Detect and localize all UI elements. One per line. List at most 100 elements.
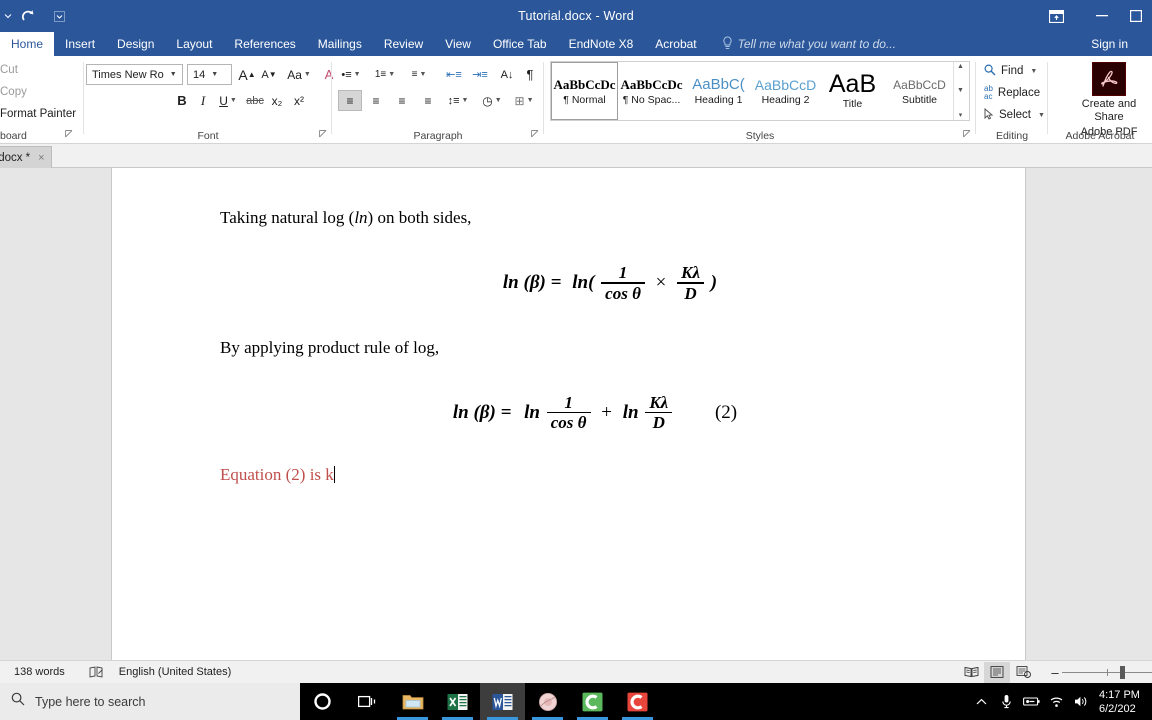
- document-page[interactable]: Taking natural log (ln) on both sides, l…: [111, 168, 1026, 660]
- tab-review[interactable]: Review: [373, 32, 434, 56]
- status-bar: 138 words English (United States) –: [0, 660, 1152, 683]
- align-center-button[interactable]: ≡: [364, 90, 388, 111]
- font-size-caret-icon[interactable]: ▼: [208, 71, 221, 78]
- shading-button[interactable]: ◷ ▼: [478, 90, 506, 111]
- borders-button[interactable]: ⊞ ▼: [510, 90, 538, 111]
- cortana-circle-icon[interactable]: [300, 683, 345, 720]
- tab-endnote-x8[interactable]: EndNote X8: [558, 32, 645, 56]
- style-subtitle[interactable]: AaBbCcD Subtitle: [886, 62, 953, 120]
- taskbar-app-word[interactable]: [480, 683, 525, 720]
- task-view-icon[interactable]: [345, 683, 390, 720]
- taskbar-app-file-explorer[interactable]: [390, 683, 435, 720]
- zoom-out-button[interactable]: –: [1048, 665, 1062, 680]
- increase-indent-button[interactable]: ⇥≡: [468, 64, 492, 85]
- grow-font-button[interactable]: A ▲: [236, 64, 258, 85]
- style-title[interactable]: AaB Title: [819, 62, 886, 120]
- line-spacing-button[interactable]: ↕≡ ▼: [444, 90, 472, 111]
- subscript-button[interactable]: x₂: [266, 90, 288, 111]
- styles-gallery[interactable]: AaBbCcDc ¶ Normal AaBbCcDc ¶ No Spac... …: [550, 61, 970, 121]
- show-hidden-icons[interactable]: [969, 683, 994, 720]
- word-count[interactable]: 138 words: [14, 666, 65, 678]
- style-no-spacing[interactable]: AaBbCcDc ¶ No Spac...: [618, 62, 685, 120]
- find-caret-icon[interactable]: ▼: [1030, 68, 1037, 75]
- sign-in-button[interactable]: Sign in: [1091, 32, 1128, 56]
- tab-office-tab[interactable]: Office Tab: [482, 32, 558, 56]
- sort-button[interactable]: A↓: [496, 64, 518, 85]
- close-icon[interactable]: ×: [38, 152, 44, 164]
- tab-insert[interactable]: Insert: [54, 32, 106, 56]
- ribbon-display-options-icon[interactable]: [1034, 0, 1079, 32]
- minimize-icon[interactable]: [1079, 0, 1124, 32]
- ribbon-group-paragraph: •≡ ▼ 1≡ ▼ ≡ ▼ ⇤≡ ⇥≡ A↓ ¶ ≡ ≡ ≡ ≡ ↕≡ ▼ ◷ …: [332, 56, 544, 144]
- zoom-slider[interactable]: [1062, 662, 1152, 683]
- font-name-caret-icon[interactable]: ▼: [167, 71, 180, 78]
- gallery-scroll-down-icon[interactable]: ▼: [957, 87, 964, 94]
- shrink-font-button[interactable]: A ▼: [258, 64, 280, 85]
- select-caret-icon[interactable]: ▼: [1038, 112, 1045, 119]
- document-content[interactable]: Taking natural log (ln) on both sides, l…: [220, 208, 940, 485]
- align-right-button[interactable]: ≡: [390, 90, 414, 111]
- bold-button[interactable]: B: [172, 90, 192, 111]
- paragraph-dialog-launcher[interactable]: [531, 130, 540, 141]
- share-button[interactable]: [1138, 32, 1152, 56]
- create-and-share-adobe-pdf-button[interactable]: Create and Share Adobe PDF: [1066, 62, 1152, 139]
- font-name-input[interactable]: Times New Ro ▼: [86, 64, 183, 85]
- gallery-more-icon[interactable]: ▾: [959, 111, 963, 119]
- justify-button[interactable]: ≡: [416, 90, 440, 111]
- tab-layout[interactable]: Layout: [165, 32, 223, 56]
- clipboard-dialog-launcher[interactable]: [65, 130, 74, 141]
- tab-design-label: Design: [117, 37, 155, 51]
- gallery-scroll-up-icon[interactable]: ▲: [957, 63, 964, 70]
- decrease-indent-button[interactable]: ⇤≡: [442, 64, 466, 85]
- tab-design[interactable]: Design: [106, 32, 165, 56]
- search-input[interactable]: Type here to search: [0, 683, 300, 720]
- strikethrough-button[interactable]: abc: [244, 90, 266, 111]
- underline-button[interactable]: U ▼: [214, 90, 242, 111]
- document-tab-tutorial-docx[interactable]: .docx * ×: [0, 146, 52, 168]
- tab-home[interactable]: Home: [0, 32, 55, 56]
- style-heading-2[interactable]: AaBbCcD Heading 2: [752, 62, 819, 120]
- multilevel-list-button[interactable]: ≡ ▼: [406, 64, 432, 85]
- superscript-button[interactable]: x²: [288, 90, 310, 111]
- language-indicator[interactable]: English (United States): [119, 666, 232, 678]
- select-button[interactable]: Select ▼: [984, 105, 1045, 125]
- tell-me-search[interactable]: Tell me what you want to do...: [708, 32, 896, 56]
- print-layout-view-button[interactable]: [984, 661, 1010, 683]
- taskbar-app-media-player[interactable]: [525, 683, 570, 720]
- tab-acrobat[interactable]: Acrobat: [644, 32, 707, 56]
- styles-gallery-scroll[interactable]: ▲ ▼ ▾: [953, 62, 967, 120]
- tab-mailings[interactable]: Mailings: [307, 32, 373, 56]
- copy-button[interactable]: Copy: [0, 82, 76, 102]
- line-spacing-glyph: ↕≡: [447, 94, 460, 107]
- taskbar-app-green-c[interactable]: [570, 683, 615, 720]
- wifi-icon[interactable]: [1044, 683, 1069, 720]
- align-left-button[interactable]: ≡: [338, 90, 362, 111]
- replace-button[interactable]: ab ac Replace: [984, 83, 1040, 103]
- change-case-button[interactable]: Aa ▼: [284, 64, 314, 85]
- font-dialog-launcher[interactable]: [319, 130, 328, 141]
- tab-view[interactable]: View: [434, 32, 482, 56]
- volume-icon[interactable]: [1069, 683, 1094, 720]
- italic-button[interactable]: I: [193, 90, 213, 111]
- font-size-input[interactable]: 14 ▼: [187, 64, 232, 85]
- taskbar-app-red-c[interactable]: [615, 683, 660, 720]
- microphone-icon[interactable]: [994, 683, 1019, 720]
- cut-button[interactable]: Cut: [0, 60, 76, 80]
- numbering-button[interactable]: 1≡ ▼: [372, 64, 398, 85]
- style-heading-1[interactable]: AaBbC( Heading 1: [685, 62, 752, 120]
- read-mode-view-button[interactable]: [958, 662, 984, 683]
- find-button[interactable]: Find ▼: [984, 61, 1037, 81]
- style-normal[interactable]: AaBbCcDc ¶ Normal: [551, 62, 618, 120]
- web-layout-view-button[interactable]: [1010, 662, 1036, 683]
- styles-dialog-launcher[interactable]: [963, 130, 972, 141]
- show-formatting-marks-button[interactable]: ¶: [520, 64, 540, 85]
- maximize-icon[interactable]: [1124, 0, 1152, 32]
- format-painter-button[interactable]: Format Painter: [0, 104, 76, 124]
- zoom-slider-thumb[interactable]: [1120, 665, 1125, 679]
- bullets-button[interactable]: •≡ ▼: [338, 64, 364, 85]
- taskbar-app-excel[interactable]: [435, 683, 480, 720]
- battery-icon[interactable]: [1019, 683, 1044, 720]
- tab-references[interactable]: References: [223, 32, 306, 56]
- spell-check-icon[interactable]: [89, 666, 104, 678]
- clock[interactable]: 4:17 PM 6/2/202: [1094, 683, 1152, 720]
